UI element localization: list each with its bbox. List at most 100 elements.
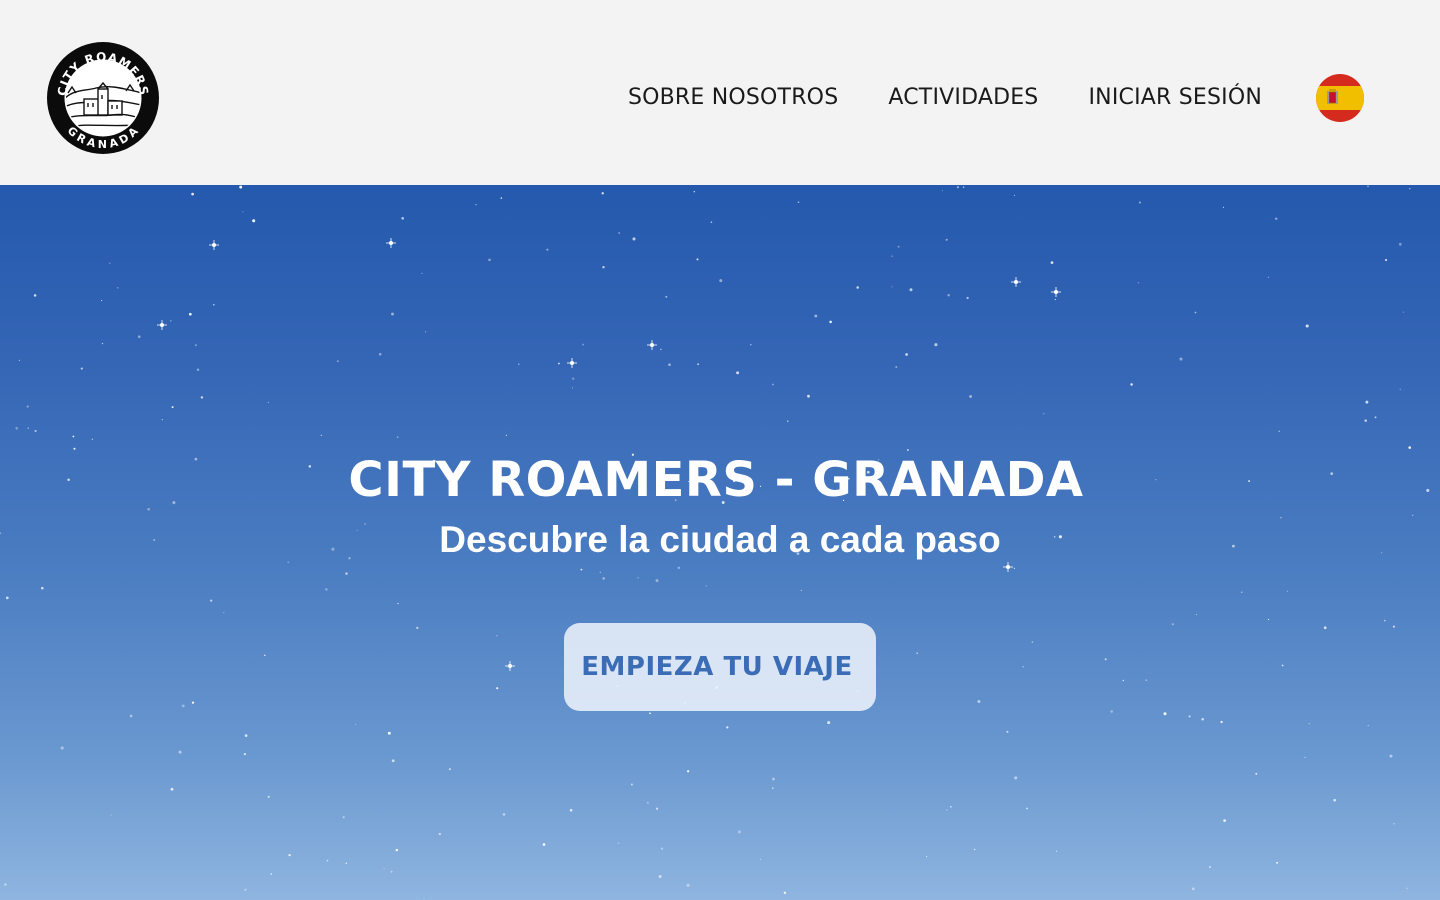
star (601, 192, 604, 195)
star (1287, 590, 1289, 592)
star (391, 759, 395, 763)
city-roamers-logo[interactable]: CITY ROAMERS GRANADA (46, 41, 160, 155)
star (1367, 724, 1369, 727)
star (1201, 717, 1204, 721)
star (1365, 400, 1369, 404)
star (1138, 201, 1141, 204)
star (1137, 282, 1140, 284)
star (737, 830, 741, 834)
star (496, 687, 499, 690)
star (696, 258, 699, 261)
star (1194, 311, 1197, 314)
nav-about-us[interactable]: SOBRE NOSOTROS (628, 84, 838, 112)
star (244, 888, 247, 891)
start-journey-label: EMPIEZA TU VIAJE (581, 652, 853, 682)
star (518, 363, 520, 365)
star (502, 813, 506, 816)
bright-star (647, 340, 657, 350)
star (26, 405, 29, 408)
star (1323, 626, 1327, 630)
star (599, 571, 602, 574)
star (387, 731, 391, 735)
bright-star (567, 358, 577, 368)
star (856, 286, 859, 289)
nav-sign-in[interactable]: INICIAR SESIÓN (1088, 84, 1262, 112)
star (223, 612, 225, 614)
star (448, 768, 451, 771)
star (771, 777, 775, 781)
star (602, 577, 605, 580)
star (797, 201, 800, 204)
star (267, 795, 270, 798)
star (1267, 276, 1270, 279)
star (665, 295, 668, 298)
bright-star (1051, 287, 1061, 297)
star (252, 219, 256, 223)
bright-star (386, 238, 396, 248)
star (1043, 413, 1045, 415)
star (759, 858, 762, 860)
star (807, 394, 810, 398)
star (686, 883, 690, 887)
star (655, 579, 659, 583)
star (395, 848, 398, 852)
star (1367, 185, 1369, 188)
star (438, 832, 441, 836)
star (558, 362, 560, 365)
star (320, 434, 323, 437)
logo-emblem-icon: CITY ROAMERS GRANADA (47, 42, 159, 154)
star (1050, 261, 1054, 264)
star (580, 568, 583, 571)
bright-star (157, 320, 167, 330)
star (178, 750, 182, 754)
star (1392, 625, 1395, 628)
star (326, 859, 329, 862)
star (169, 319, 172, 322)
star (660, 348, 662, 351)
star (726, 726, 729, 729)
star (891, 255, 893, 257)
star (660, 847, 664, 850)
star (1383, 619, 1386, 622)
star (787, 420, 789, 422)
star (941, 189, 943, 192)
star (897, 245, 900, 248)
star (196, 368, 200, 371)
star (1013, 194, 1016, 197)
star (934, 343, 938, 347)
star (378, 352, 382, 356)
star (60, 746, 64, 750)
star (1110, 710, 1113, 713)
star (1402, 311, 1405, 313)
nav-activities[interactable]: ACTIVIDADES (888, 84, 1038, 112)
star (1191, 887, 1195, 891)
star (194, 344, 197, 347)
star (1398, 242, 1402, 246)
star (505, 434, 507, 436)
star (829, 320, 832, 324)
star (947, 293, 950, 297)
star (91, 438, 94, 441)
star (602, 266, 605, 269)
star (956, 186, 959, 189)
star (401, 216, 405, 220)
star (383, 868, 385, 870)
star (161, 418, 163, 421)
star (15, 427, 18, 430)
star (646, 801, 649, 804)
site-header: CITY ROAMERS GRANADA SOBRE NOSOTROS ACTI… (0, 0, 1440, 185)
star (632, 237, 636, 241)
star (396, 436, 399, 439)
star (1305, 324, 1309, 328)
star (962, 186, 965, 188)
start-journey-button[interactable]: EMPIEZA TU VIAJE (564, 623, 876, 711)
language-selector-button[interactable] (1316, 74, 1364, 122)
star (1393, 823, 1395, 825)
star (668, 363, 671, 367)
star (18, 359, 21, 362)
hero-subtitle: Descubre la ciudad a cada paso (439, 519, 1001, 560)
star (191, 701, 195, 704)
star (244, 734, 248, 737)
star (977, 699, 981, 704)
star (421, 272, 423, 275)
